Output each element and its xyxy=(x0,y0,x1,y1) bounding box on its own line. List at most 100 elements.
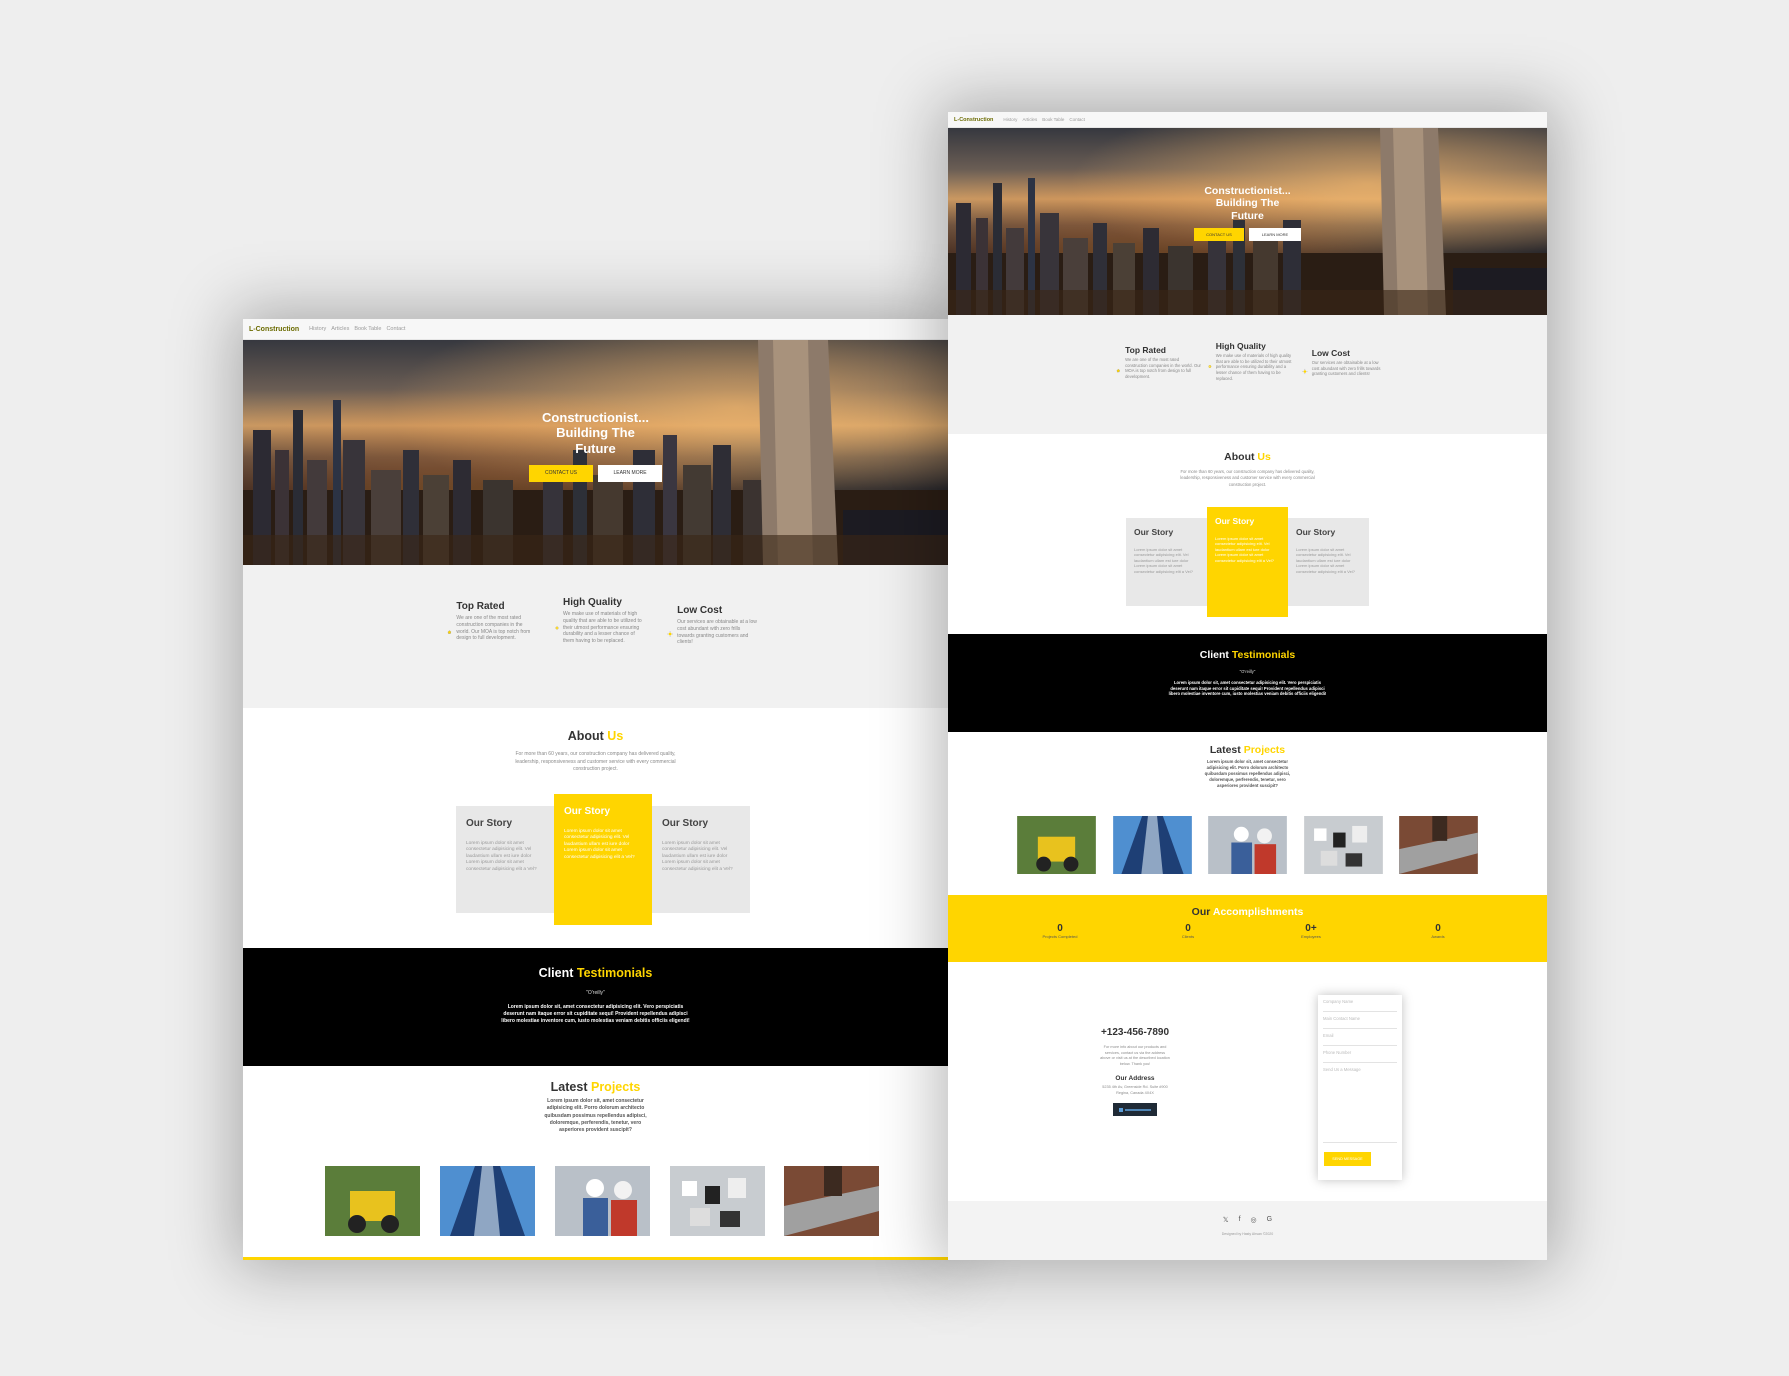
footer-credit: Designed by Hasty Ahsan ©2020 xyxy=(1221,1232,1274,1236)
feature-title: Low Cost xyxy=(1311,348,1351,358)
contact-phone[interactable]: +123-456-7890 xyxy=(1100,1027,1170,1039)
google-icon[interactable]: G xyxy=(1267,1216,1272,1224)
nav-link-book-table[interactable]: Book Table xyxy=(1042,117,1064,122)
project-image-excavator[interactable] xyxy=(325,1166,420,1236)
project-image-tower[interactable] xyxy=(440,1166,535,1236)
project-image-model[interactable] xyxy=(670,1166,765,1236)
accomplishments-title: Our Accomplishments xyxy=(1191,906,1304,918)
story-card-text: Lorem ipsum dolor sit amet consectetur a… xyxy=(564,829,635,860)
phone-field[interactable]: Phone Number xyxy=(1323,1050,1397,1063)
stat-value: 0 xyxy=(1185,923,1191,934)
testimonials-title: Client Testimonials xyxy=(538,966,653,980)
testimonial-text: Lorem ipsum dolor sit, amet consectetur … xyxy=(1168,680,1327,697)
nav-link-history[interactable]: History xyxy=(309,326,326,332)
stat-projects: 0 Projects Completed xyxy=(1020,923,1100,939)
feature-top-rated: Top Rated We are one of the most rated c… xyxy=(1116,345,1201,380)
about-section: About Us For more than 60 years, our con… xyxy=(948,434,1547,634)
stat-employees: 0+ Employees xyxy=(1271,923,1351,939)
story-card-title: Our Story xyxy=(1296,527,1336,537)
stat-clients: 0 Clients xyxy=(1148,923,1228,939)
hero-title-line3: Future xyxy=(1231,209,1264,222)
projects-title: Latest Projects xyxy=(550,1080,641,1094)
stat-awards: 0 Awards xyxy=(1398,923,1478,939)
contact-section: +123-456-7890 For more info about our pr… xyxy=(948,962,1547,1203)
nav-link-articles[interactable]: Articles xyxy=(1022,117,1037,122)
story-card-title: Our Story xyxy=(564,806,611,817)
feature-low-cost: Low Cost Our services are obtainable at … xyxy=(667,605,757,646)
project-image-engineers[interactable] xyxy=(555,1166,650,1236)
footer: 𝕏 f ◎ G Designed by Hasty Ahsan ©2020 xyxy=(948,1201,1547,1260)
about-title: About Us xyxy=(567,729,624,743)
facebook-icon[interactable]: f xyxy=(1239,1216,1241,1224)
send-message-button[interactable]: SEND MESSAGE xyxy=(1324,1152,1371,1166)
coin-icon xyxy=(667,631,673,637)
feature-text: We are one of the most rated constructio… xyxy=(1125,357,1201,380)
hero-title-line1: Constructionist... xyxy=(1204,185,1291,197)
nav-link-book-table[interactable]: Book Table xyxy=(354,326,381,332)
project-image-engineers[interactable] xyxy=(1208,816,1287,874)
feature-text: We are one of the most rated constructio… xyxy=(456,615,531,642)
feature-text: We make use of materials of high quality… xyxy=(563,611,642,644)
stat-value: 0 xyxy=(1435,923,1441,934)
story-card-text: Lorem ipsum dolor sit amet consectetur a… xyxy=(1215,536,1274,563)
story-card-text: Lorem ipsum dolor sit amet consectetur a… xyxy=(662,841,733,872)
hero-section: Constructionist... Building The Future C… xyxy=(948,128,1547,315)
brand-logo[interactable]: L-Construction xyxy=(249,326,299,333)
testimonials-section: Client Testimonials "O'reilly" Lorem ips… xyxy=(948,634,1547,732)
twitter-icon[interactable]: 𝕏 xyxy=(1223,1216,1229,1224)
feature-title: High Quality xyxy=(563,597,622,608)
testimonials-title: Client Testimonials xyxy=(1199,649,1296,661)
projects-section: Latest Projects Lorem ipsum dolor sit, a… xyxy=(948,732,1547,895)
desktop-preview: L-Construction History Articles Book Tab… xyxy=(243,319,948,1260)
gear-icon xyxy=(555,626,559,630)
projects-section: Latest Projects Lorem ipsum dolor sit, a… xyxy=(243,1066,948,1260)
feature-title: Low Cost xyxy=(677,605,723,616)
features-section: Top Rated We are one of the most rated c… xyxy=(243,565,948,708)
story-card: Our Story Lorem ipsum dolor sit amet con… xyxy=(456,806,554,913)
story-card: Our Story Lorem ipsum dolor sit amet con… xyxy=(1288,518,1369,606)
feature-top-rated: Top Rated We are one of the most rated c… xyxy=(447,601,537,642)
testimonial-author: "O'reilly" xyxy=(586,990,605,996)
story-card-highlight: Our Story Lorem ipsum dolor sit amet con… xyxy=(554,794,652,925)
learn-more-button[interactable]: LEARN MORE xyxy=(1249,228,1301,242)
nav-link-contact[interactable]: Contact xyxy=(1069,117,1085,122)
project-image-tower[interactable] xyxy=(1113,816,1192,874)
instagram-icon[interactable]: ◎ xyxy=(1251,1216,1257,1224)
nav-link-articles[interactable]: Articles xyxy=(331,326,349,332)
story-card-title: Our Story xyxy=(466,818,513,829)
about-title: About Us xyxy=(1224,451,1271,463)
nav-link-contact[interactable]: Contact xyxy=(386,326,405,332)
contact-info: +123-456-7890 For more info about our pr… xyxy=(1100,1027,1170,1116)
map-icon[interactable] xyxy=(1113,1103,1157,1116)
contact-intro: For more info about our products and ser… xyxy=(1100,1045,1170,1066)
nav-link-history[interactable]: History xyxy=(1003,117,1017,122)
story-card: Our Story Lorem ipsum dolor sit amet con… xyxy=(1126,518,1207,606)
brand-logo[interactable]: L-Construction xyxy=(954,117,993,123)
full-page-preview: L-Construction History Articles Book Tab… xyxy=(948,112,1547,1260)
contact-us-button[interactable]: CONTACT US xyxy=(529,464,593,482)
company-name-field[interactable]: Company Name xyxy=(1323,999,1397,1012)
story-card-text: Lorem ipsum dolor sit amet consectetur a… xyxy=(466,841,537,872)
hero-title-line2: Building The xyxy=(556,425,635,441)
project-image-rebar[interactable] xyxy=(784,1166,879,1236)
projects-title: Latest Projects xyxy=(1209,744,1286,756)
story-card-text: Lorem ipsum dolor sit amet consectetur a… xyxy=(1296,547,1355,574)
coin-icon xyxy=(1302,368,1308,375)
address-title: Our Address xyxy=(1115,1075,1155,1082)
story-card-title: Our Story xyxy=(1134,527,1174,537)
feature-text: Our services are obtainable at a low cos… xyxy=(1311,360,1381,377)
main-contact-field[interactable]: Main Contact Name xyxy=(1323,1016,1397,1029)
project-image-model[interactable] xyxy=(1304,816,1383,874)
feature-title: Top Rated xyxy=(1125,345,1166,355)
project-image-excavator[interactable] xyxy=(1017,816,1096,874)
stat-label: Employees xyxy=(1301,934,1321,939)
learn-more-button[interactable]: LEARN MORE xyxy=(598,464,662,482)
hero-title-line2: Building The xyxy=(1215,197,1280,210)
message-field[interactable]: Send Us a Message xyxy=(1323,1067,1397,1143)
contact-us-button[interactable]: CONTACT US xyxy=(1194,228,1244,242)
email-field[interactable]: Email xyxy=(1323,1033,1397,1046)
feature-low-cost: Low Cost Our services are obtainable at … xyxy=(1302,348,1387,379)
story-card-highlight: Our Story Lorem ipsum dolor sit amet con… xyxy=(1207,507,1288,617)
project-image-rebar[interactable] xyxy=(1399,816,1478,874)
testimonials-section: Client Testimonials "O'reilly" Lorem ips… xyxy=(243,948,948,1066)
